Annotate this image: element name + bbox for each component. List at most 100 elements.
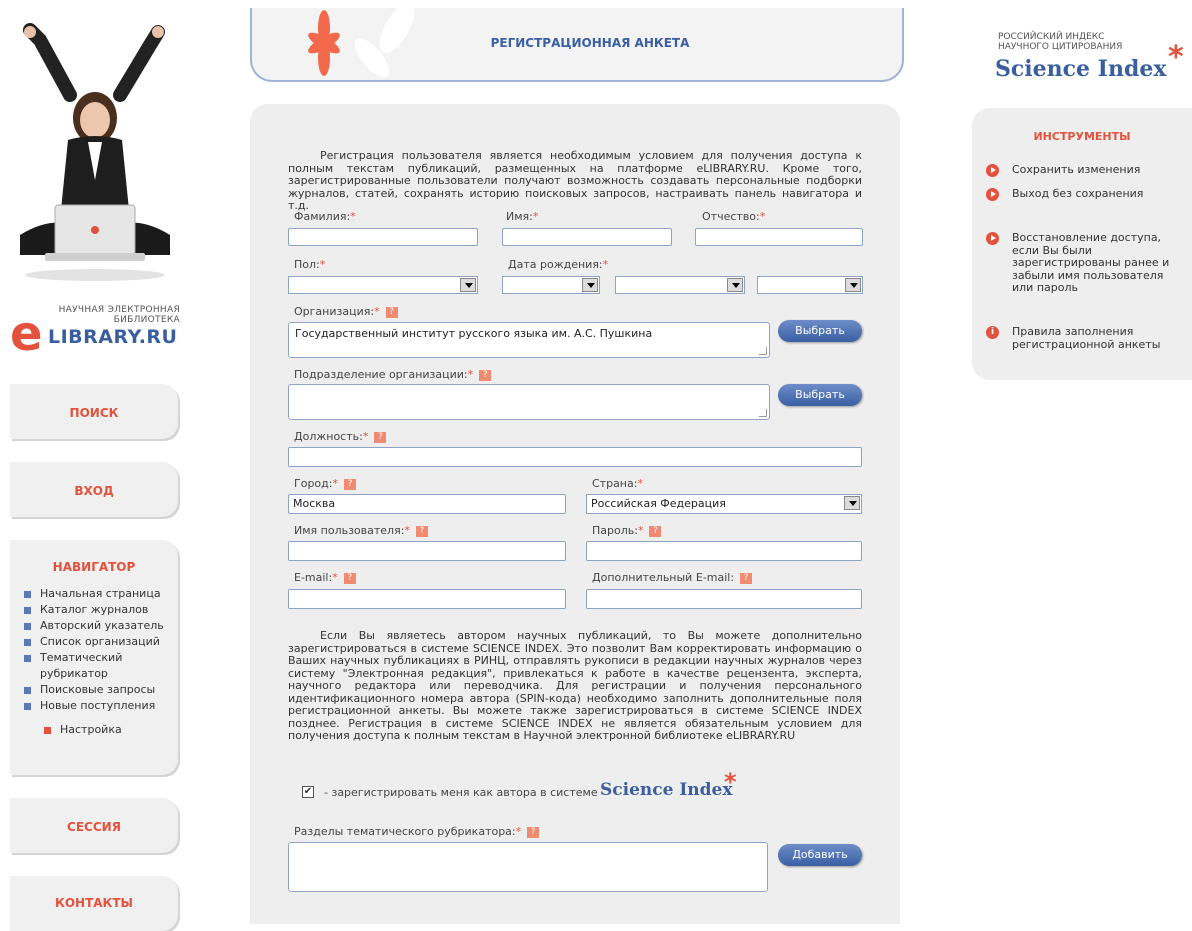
exit-without-save-link[interactable]: Выход без сохранения <box>986 187 1176 201</box>
password-label: Пароль:*? <box>592 524 662 537</box>
register-author-checkbox[interactable]: ✔ <box>302 786 314 798</box>
dept-label: Подразделение организации:*? <box>294 368 492 381</box>
firstname-input[interactable] <box>502 228 672 246</box>
search-button[interactable]: ПОИСК <box>10 384 178 420</box>
email-input[interactable] <box>288 589 566 609</box>
middlename-label: Отчество:* <box>702 210 766 223</box>
gender-select[interactable] <box>288 276 478 294</box>
email2-label: Дополнительный E-mail:? <box>592 571 753 584</box>
nav-item-organizations[interactable]: Список организаций <box>22 634 178 650</box>
birth-day-select[interactable] <box>502 276 600 294</box>
science-index-brand: Science Index <box>600 780 733 800</box>
help-icon[interactable]: ? <box>527 826 540 838</box>
help-icon[interactable]: ? <box>740 572 753 584</box>
nav-item-settings[interactable]: Настройка <box>42 722 178 738</box>
info-icon <box>986 326 999 339</box>
city-label: Город:*? <box>294 477 356 490</box>
tool-label: Сохранить изменения <box>1012 163 1141 176</box>
gender-label: Пол:* <box>294 258 326 271</box>
tools-panel: ИНСТРУМЕНТЫ Сохранить изменения Выход бе… <box>972 108 1192 380</box>
org-label: Организация:*? <box>294 305 398 318</box>
save-changes-link[interactable]: Сохранить изменения <box>986 163 1176 177</box>
dropdown-arrow-icon <box>582 278 598 292</box>
arrow-right-icon <box>986 188 999 201</box>
register-author-label: - зарегистрировать меня как автора в сис… <box>324 786 598 799</box>
help-icon[interactable]: ? <box>385 306 398 318</box>
intro-text: Регистрация пользователя является необхо… <box>288 149 862 212</box>
restore-access-link[interactable]: Восстановление доступа, если Вы были зар… <box>986 231 1186 295</box>
password-input[interactable] <box>586 541 862 561</box>
navigator-panel: НАВИГАТОР Начальная страница Каталог жур… <box>10 540 178 775</box>
dropdown-arrow-icon <box>460 278 476 292</box>
arrow-right-icon <box>986 232 999 245</box>
lastname-label: Фамилия:* <box>294 210 356 223</box>
svg-text:e: e <box>10 308 43 354</box>
choose-org-button[interactable]: Выбрать <box>778 320 862 342</box>
org-value: Государственный институт русского языка … <box>295 327 653 340</box>
tool-label: Выход без сохранения <box>1012 187 1144 200</box>
middlename-input[interactable] <box>695 228 863 246</box>
page-title: РЕГИСТРАЦИОННАЯ АНКЕТА <box>490 36 690 50</box>
session-nav-box: СЕССИЯ <box>10 798 178 853</box>
asterisk-logo-icon: * <box>724 768 737 796</box>
lastname-input[interactable] <box>288 228 478 246</box>
dropdown-arrow-icon <box>727 278 743 292</box>
resize-grip-icon[interactable] <box>759 409 767 417</box>
tool-label: Правила заполнения регистрационной анкет… <box>1012 325 1161 351</box>
help-icon[interactable]: ? <box>415 525 428 537</box>
rubric-label: Разделы тематического рубрикатора:*? <box>294 825 540 838</box>
birthdate-label: Дата рождения:* <box>508 258 609 271</box>
login-nav-box: ВХОД <box>10 462 178 517</box>
session-button[interactable]: СЕССИЯ <box>10 798 178 834</box>
help-icon[interactable]: ? <box>479 369 492 381</box>
science-index-logo: Science Index <box>995 56 1167 82</box>
nav-item-new-arrivals[interactable]: Новые поступления <box>22 698 178 714</box>
flower-decoration <box>308 8 415 78</box>
login-button[interactable]: ВХОД <box>10 462 178 498</box>
position-input[interactable] <box>288 447 862 467</box>
nav-item-rubricator[interactable]: Тематический рубрикатор <box>22 650 140 682</box>
nav-item-journals[interactable]: Каталог журналов <box>22 602 178 618</box>
help-icon[interactable]: ? <box>343 572 356 584</box>
org-textarea[interactable]: Государственный институт русского языка … <box>288 322 770 358</box>
science-index-caption: РОССИЙСКИЙ ИНДЕКС НАУЧНОГО ЦИТИРОВАНИЯ <box>998 32 1123 52</box>
resize-grip-icon[interactable] <box>759 347 767 355</box>
nav-item-queries[interactable]: Поисковые запросы <box>22 682 178 698</box>
country-label: Страна:* <box>592 477 643 490</box>
navigator-title: НАВИГАТОР <box>52 560 136 574</box>
contacts-nav-box: КОНТАКТЫ <box>10 876 178 931</box>
arrow-right-icon <box>986 164 999 177</box>
help-icon[interactable]: ? <box>649 525 662 537</box>
logo-library-text: LIBRARY.RU <box>48 326 178 348</box>
rubric-textarea[interactable] <box>288 842 768 892</box>
rules-link[interactable]: Правила заполнения регистрационной анкет… <box>986 325 1176 351</box>
navigator-list: Начальная страница Каталог журналов Авто… <box>10 586 178 714</box>
nav-item-home[interactable]: Начальная страница <box>22 586 178 602</box>
email-label: E-mail:*? <box>294 571 356 584</box>
dropdown-arrow-icon <box>844 496 860 510</box>
nav-item-authors[interactable]: Авторский указатель <box>22 618 178 634</box>
hero-illustration <box>20 23 170 281</box>
add-rubric-button[interactable]: Добавить <box>778 844 862 866</box>
logo-caption: НАУЧНАЯ ЭЛЕКТРОННАЯ БИБЛИОТЕКА <box>58 305 180 325</box>
username-label: Имя пользователя:*? <box>294 524 428 537</box>
author-info-text: Если Вы являетесь автором научных публик… <box>288 629 862 742</box>
firstname-label: Имя:* <box>506 210 539 223</box>
birth-year-select[interactable] <box>757 276 863 294</box>
username-input[interactable] <box>288 541 566 561</box>
asterisk-logo-icon: * <box>1168 40 1184 75</box>
dropdown-arrow-icon <box>845 278 861 292</box>
country-select[interactable]: Российская Федерация <box>586 494 862 514</box>
choose-dept-button[interactable]: Выбрать <box>778 384 862 406</box>
tools-title: ИНСТРУМЕНТЫ <box>1033 130 1131 143</box>
city-input[interactable]: Москва <box>288 494 566 514</box>
country-value: Российская Федерация <box>591 497 726 510</box>
birth-month-select[interactable] <box>615 276 745 294</box>
help-icon[interactable]: ? <box>374 431 387 443</box>
tool-label: Восстановление доступа, если Вы были зар… <box>1012 231 1170 294</box>
dept-textarea[interactable] <box>288 384 770 420</box>
help-icon[interactable]: ? <box>343 478 356 490</box>
search-nav-box: ПОИСК <box>10 384 178 439</box>
contacts-button[interactable]: КОНТАКТЫ <box>10 876 178 910</box>
email2-input[interactable] <box>586 589 862 609</box>
